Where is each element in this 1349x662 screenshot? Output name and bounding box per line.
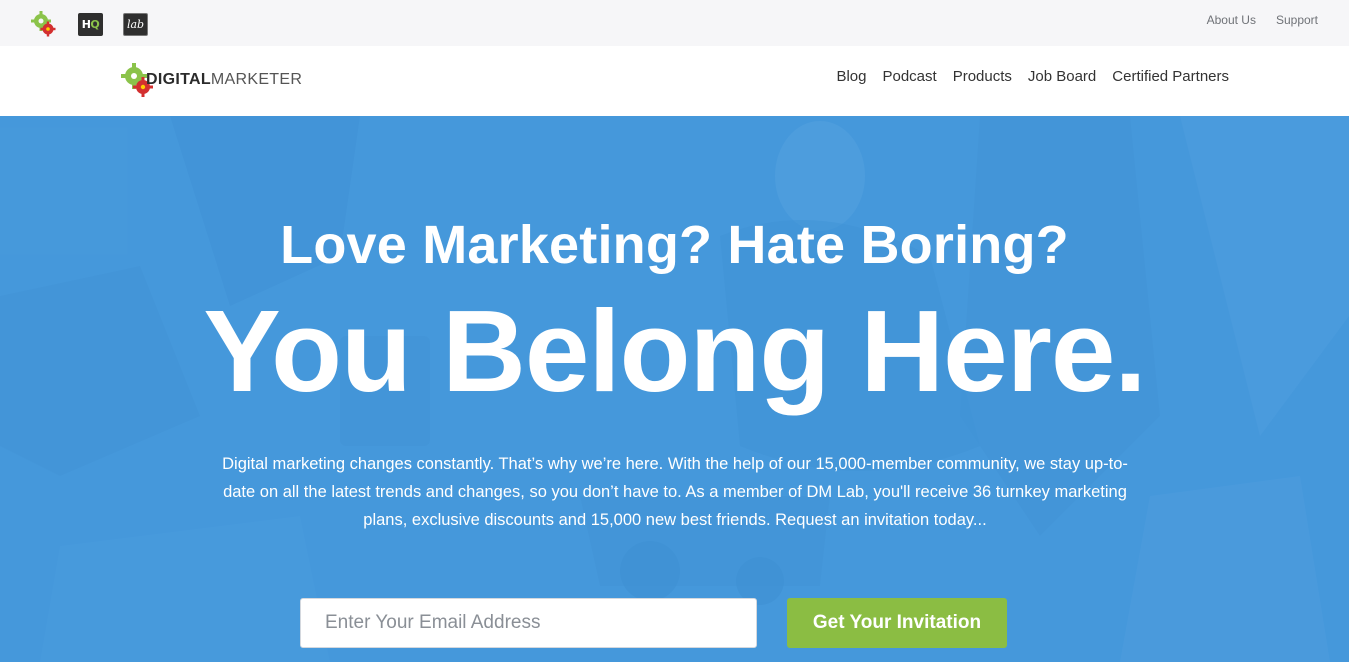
utility-links: About Us Support: [1187, 13, 1318, 27]
logo-text-light: MARKETER: [210, 71, 303, 88]
get-invitation-button[interactable]: Get Your Invitation: [787, 598, 1007, 648]
nav-job-board[interactable]: Job Board: [1028, 68, 1096, 85]
nav-products[interactable]: Products: [953, 68, 1012, 85]
hero-content: Love Marketing? Hate Boring? You Belong …: [0, 116, 1349, 662]
about-us-link[interactable]: About Us: [1207, 13, 1256, 27]
email-input[interactable]: [300, 598, 757, 648]
nav-certified-partners[interactable]: Certified Partners: [1112, 68, 1229, 85]
hq-icon[interactable]: HQ: [78, 12, 103, 36]
hero-section: Love Marketing? Hate Boring? You Belong …: [0, 116, 1349, 662]
hero-headline: You Belong Here.: [203, 286, 1146, 416]
hq-icon-h: H: [81, 17, 91, 31]
hero-description: Digital marketing changes constantly. Th…: [222, 455, 1128, 529]
support-link[interactable]: Support: [1276, 13, 1318, 27]
hero-subheadline: Love Marketing? Hate Boring?: [280, 215, 1069, 275]
lab-icon[interactable]: lab: [123, 12, 148, 36]
digitalmarketer-gears-icon[interactable]: [30, 10, 58, 38]
logo-text-bold: DIGITAL: [146, 71, 211, 88]
logo-wordmark: DIGITALMARKETER: [146, 71, 302, 89]
primary-nav-links: Blog Podcast Products Job Board Certifie…: [820, 68, 1229, 85]
utility-bar: HQ lab About Us Support: [0, 0, 1349, 46]
main-nav: DIGITALMARKETER Blog Podcast Products Jo…: [0, 46, 1349, 116]
digitalmarketer-logo[interactable]: DIGITALMARKETER: [120, 62, 302, 98]
brand-switcher: HQ lab: [30, 10, 148, 38]
nav-podcast[interactable]: Podcast: [882, 68, 936, 85]
hq-icon-q: Q: [90, 17, 100, 31]
lab-icon-text: lab: [126, 17, 145, 31]
nav-blog[interactable]: Blog: [836, 68, 866, 85]
